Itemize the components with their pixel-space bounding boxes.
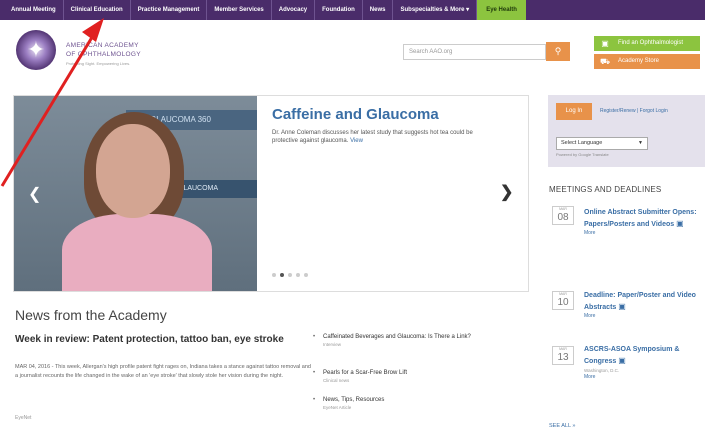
event-date: MAR 08	[552, 206, 574, 225]
event-location: Washington, D.C.	[584, 368, 620, 373]
news-link-title: Caffeinated Beverages and Glaucoma: Is T…	[323, 334, 471, 340]
event-day: 10	[557, 297, 569, 308]
carousel-dot-1[interactable]	[272, 273, 276, 277]
hero-title[interactable]: Caffeine and Glaucoma	[272, 106, 439, 123]
org-line-1: AMERICAN ACADEMY	[66, 42, 139, 49]
event-more-link[interactable]: More	[584, 374, 702, 381]
hero-photo[interactable]: GLAUCOMA 360 GLAUCOMA ❮	[14, 96, 257, 291]
carousel-dots	[272, 273, 308, 277]
hero-desc-text: Dr. Anne Coleman discusses her latest st…	[272, 130, 473, 144]
nav-eye-health[interactable]: Eye Health	[477, 0, 526, 20]
register-renew-link[interactable]: Register/Renew | Forgot Login	[600, 108, 668, 114]
star-logo-icon: ✦	[26, 37, 46, 62]
event-date: MAR 10	[552, 291, 574, 310]
event-more-link[interactable]: More	[584, 313, 702, 320]
search-button[interactable]: ⚲	[546, 42, 570, 61]
news-link-1[interactable]: Caffeinated Beverages and Glaucoma: Is T…	[313, 333, 513, 349]
academy-store-button[interactable]: ⛟ Academy Store	[594, 54, 700, 69]
org-tagline: Protecting Sight. Empowering Lives.	[66, 61, 131, 66]
event-day: 13	[557, 352, 569, 363]
top-nav: Annual Meeting Clinical Education Practi…	[0, 0, 705, 20]
news-link-title: News, Tips, Resources	[323, 397, 385, 403]
event-title: ASCRS-ASOA Symposium & Congress	[584, 346, 680, 365]
org-line-2: OF OPHTHALMOLOGY	[66, 51, 141, 58]
event-day: 08	[557, 212, 569, 223]
nav-clinical-education[interactable]: Clinical Education	[64, 0, 131, 20]
carousel-dot-2[interactable]	[280, 273, 284, 277]
cart-icon: ⛟	[599, 57, 611, 66]
nav-subspecialties[interactable]: Subspecialties & More ▾	[393, 0, 478, 20]
calendar-icon[interactable]: ▣	[618, 302, 626, 311]
find-label: Find an Ophthalmologist	[618, 40, 684, 46]
annotation-arrow-head	[82, 18, 104, 42]
carousel-dot-5[interactable]	[304, 273, 308, 277]
event-title: Deadline: Paper/Poster and Video Abstrac…	[584, 292, 696, 311]
nav-advocacy[interactable]: Advocacy	[272, 0, 316, 20]
nav-practice-management[interactable]: Practice Management	[131, 0, 208, 20]
week-in-review-title[interactable]: Week in review: Patent protection, tatto…	[15, 333, 315, 346]
language-select-value: Select Language	[561, 140, 603, 146]
news-link-sub: EyeNet Article	[323, 405, 352, 410]
event-more-link[interactable]: More	[584, 230, 702, 237]
event-date: MAR 13	[552, 346, 574, 365]
event-2[interactable]: Deadline: Paper/Poster and Video Abstrac…	[584, 290, 702, 320]
hero-body	[62, 214, 212, 291]
news-link-sub: Clinical news	[323, 378, 350, 383]
news-link-title: Pearls for a Scar-Free Brow Lift	[323, 370, 408, 376]
hero-carousel: GLAUCOMA 360 GLAUCOMA ❮ Caffeine and Gla…	[13, 95, 529, 292]
search-icon: ⚲	[554, 46, 562, 56]
carousel-dot-3[interactable]	[288, 273, 292, 277]
news-heading: News from the Academy	[15, 307, 167, 323]
event-1[interactable]: Online Abstract Submitter Opens: Papers/…	[584, 207, 702, 237]
nav-news[interactable]: News	[363, 0, 394, 20]
search-input[interactable]: Search AAO.org	[403, 44, 546, 60]
meetings-heading: MEETINGS AND DEADLINES	[549, 185, 662, 194]
find-icon: ▣	[601, 39, 609, 48]
chevron-down-icon: ▼	[638, 140, 643, 146]
calendar-icon[interactable]: ▣	[618, 356, 626, 365]
see-all-link[interactable]: SEE ALL »	[549, 423, 575, 429]
store-label: Academy Store	[618, 58, 660, 64]
carousel-prev-icon[interactable]: ❮	[28, 184, 41, 204]
org-name: AMERICAN ACADEMY OF OPHTHALMOLOGY Protec…	[66, 41, 141, 68]
carousel-dot-4[interactable]	[296, 273, 300, 277]
news-link-3[interactable]: News, Tips, Resources EyeNet Article	[313, 396, 513, 412]
nav-foundation[interactable]: Foundation	[315, 0, 363, 20]
hero-face	[96, 124, 170, 218]
calendar-icon[interactable]: ▣	[676, 219, 684, 228]
powered-by-translate: Powered by Google Translate	[556, 152, 609, 157]
week-in-review-body: MAR 04, 2016 - This week, Allergan's hig…	[15, 364, 311, 379]
week-in-review-source: EyeNet	[15, 415, 32, 421]
news-link-sub: Interview	[323, 342, 342, 347]
nav-member-services[interactable]: Member Services	[207, 0, 272, 20]
find-ophthalmologist-button[interactable]: ▣ Find an Ophthalmologist	[594, 36, 700, 51]
language-select[interactable]: Select Language ▼	[556, 137, 648, 150]
login-button[interactable]: Log In	[556, 103, 592, 120]
carousel-next-icon[interactable]: ❯	[500, 182, 513, 202]
nav-annual-meeting[interactable]: Annual Meeting	[4, 0, 64, 20]
hero-description: Dr. Anne Coleman discusses her latest st…	[272, 129, 492, 145]
event-3[interactable]: ASCRS-ASOA Symposium & Congress ▣ Washin…	[584, 344, 702, 381]
hero-view-link[interactable]: View	[350, 138, 363, 144]
news-link-2[interactable]: Pearls for a Scar-Free Brow Lift Clinica…	[313, 369, 513, 385]
